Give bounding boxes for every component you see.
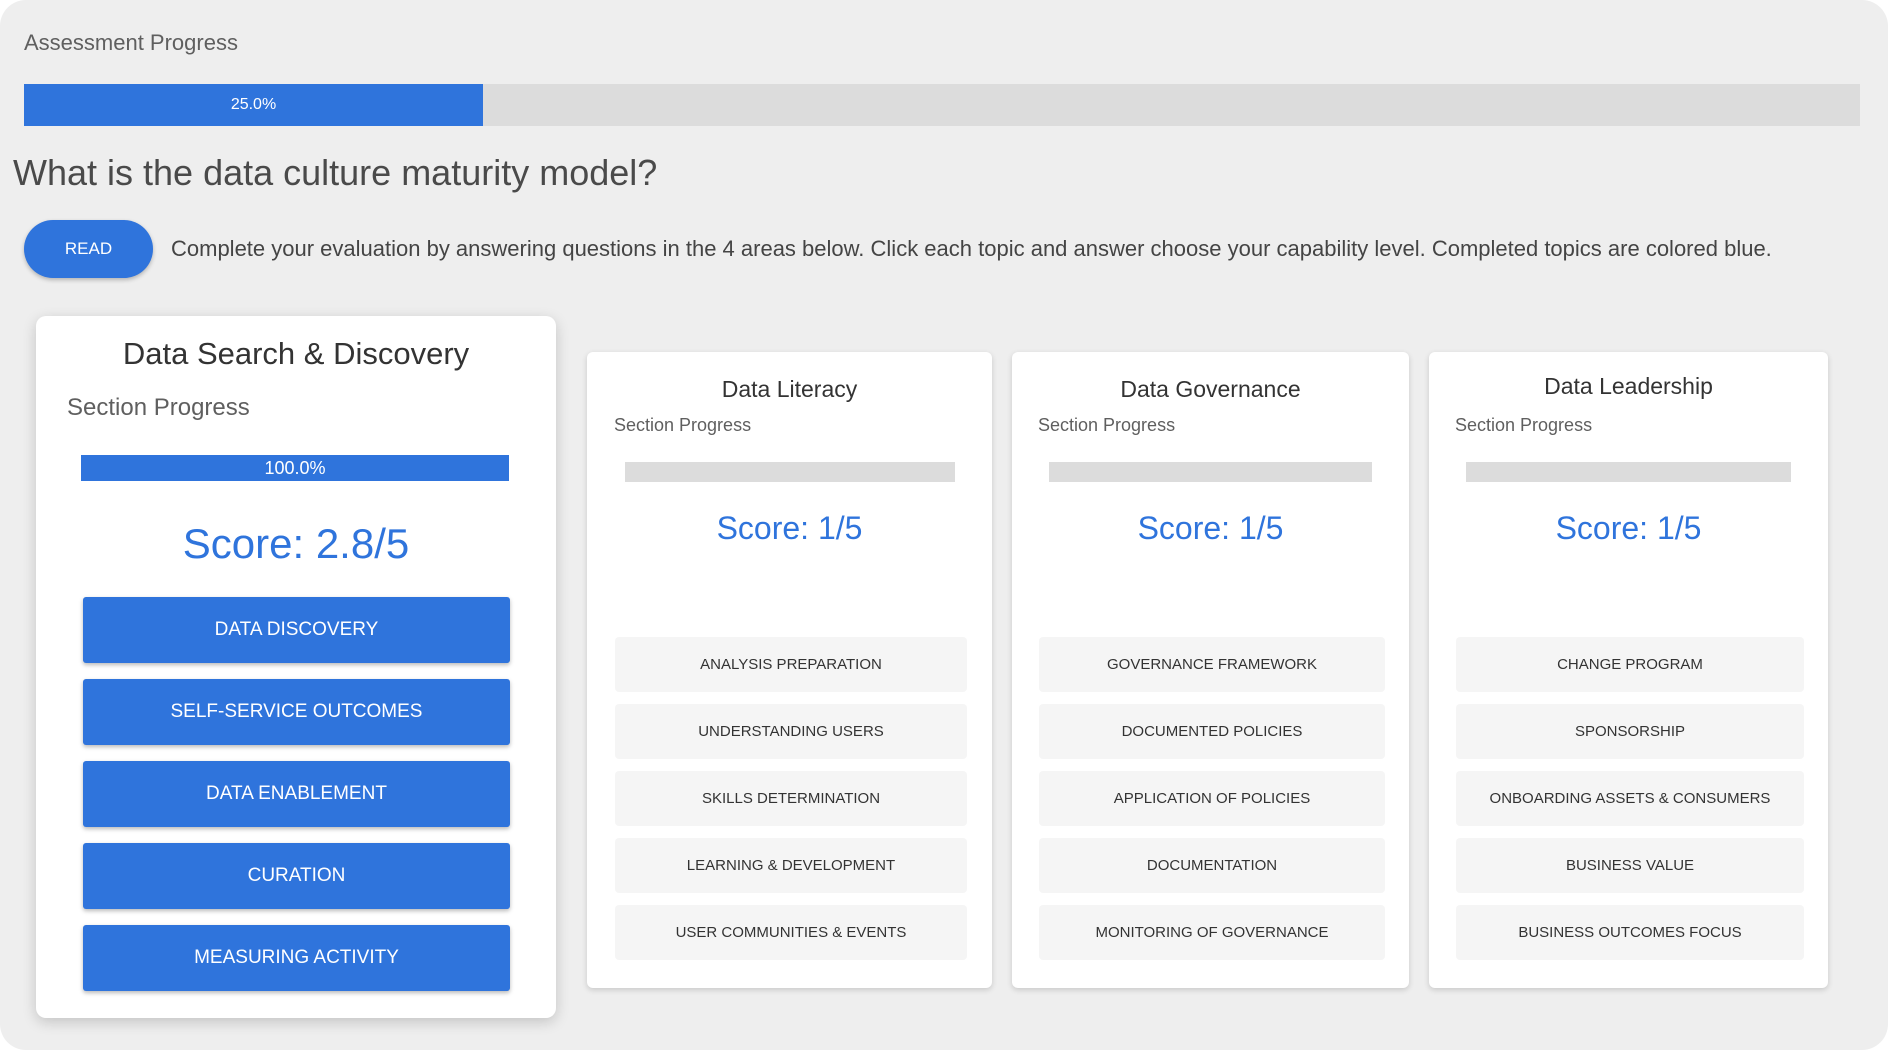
topic-button-governance-framework[interactable]: GOVERNANCE FRAMEWORK bbox=[1039, 637, 1385, 692]
section-card-data-governance[interactable]: Data Governance Section Progress Score: … bbox=[1012, 352, 1409, 988]
section-title: Data Leadership bbox=[1544, 373, 1713, 399]
topic-button-documentation[interactable]: DOCUMENTATION bbox=[1039, 838, 1385, 893]
topic-button-measuring-activity[interactable]: MEASURING ACTIVITY bbox=[83, 925, 510, 991]
assessment-progress-bar: 25.0% bbox=[24, 84, 1860, 126]
assessment-progress-fill: 25.0% bbox=[24, 84, 483, 126]
section-score: Score: 2.8/5 bbox=[182, 520, 410, 567]
section-title: Data Governance bbox=[1120, 376, 1301, 402]
topic-button-documented-policies[interactable]: DOCUMENTED POLICIES bbox=[1039, 704, 1385, 759]
section-card-data-search-discovery[interactable]: Data Search & Discovery Section Progress… bbox=[36, 316, 556, 1018]
section-progress-bar bbox=[625, 462, 955, 482]
read-button[interactable]: READ bbox=[24, 220, 153, 278]
section-card-data-leadership[interactable]: Data Leadership Section Progress Score: … bbox=[1429, 352, 1828, 988]
instructions-text: Complete your evaluation by answering qu… bbox=[171, 236, 1772, 261]
section-progress-fill: 100.0% bbox=[81, 455, 509, 481]
section-progress-label: Section Progress bbox=[1038, 415, 1176, 435]
section-progress-bar bbox=[1466, 462, 1791, 482]
topic-button-analysis-preparation[interactable]: ANALYSIS PREPARATION bbox=[615, 637, 967, 692]
section-score: Score: 1/5 bbox=[1555, 510, 1702, 546]
topic-button-skills-determination[interactable]: SKILLS DETERMINATION bbox=[615, 771, 967, 826]
topic-button-user-communities-events[interactable]: USER COMMUNITIES & EVENTS bbox=[615, 905, 967, 960]
topic-button-curation[interactable]: CURATION bbox=[83, 843, 510, 909]
section-title: Data Literacy bbox=[721, 376, 858, 402]
section-title: Data Search & Discovery bbox=[122, 336, 470, 371]
topic-button-data-discovery[interactable]: DATA DISCOVERY bbox=[83, 597, 510, 663]
assessment-page: Assessment Progress 25.0% What is the da… bbox=[0, 0, 1888, 1050]
topic-button-data-enablement[interactable]: DATA ENABLEMENT bbox=[83, 761, 510, 827]
section-progress-bar bbox=[1049, 462, 1372, 482]
topic-button-monitoring-of-governance[interactable]: MONITORING OF GOVERNANCE bbox=[1039, 905, 1385, 960]
topic-button-business-outcomes-focus[interactable]: BUSINESS OUTCOMES FOCUS bbox=[1456, 905, 1804, 960]
topic-button-application-of-policies[interactable]: APPLICATION OF POLICIES bbox=[1039, 771, 1385, 826]
section-progress-label: Section Progress bbox=[614, 415, 752, 435]
page-title: What is the data culture maturity model? bbox=[13, 152, 658, 193]
section-progress-label: Section Progress bbox=[67, 394, 250, 421]
assessment-progress-label: Assessment Progress bbox=[24, 30, 238, 55]
topic-button-onboarding-assets-consumers[interactable]: ONBOARDING ASSETS & CONSUMERS bbox=[1456, 771, 1804, 826]
topic-button-business-value[interactable]: BUSINESS VALUE bbox=[1456, 838, 1804, 893]
section-progress-bar: 100.0% bbox=[81, 455, 509, 481]
topic-button-sponsorship[interactable]: SPONSORSHIP bbox=[1456, 704, 1804, 759]
section-score: Score: 1/5 bbox=[1137, 510, 1284, 546]
topic-button-self-service-outcomes[interactable]: SELF-SERVICE OUTCOMES bbox=[83, 679, 510, 745]
section-progress-label: Section Progress bbox=[1455, 415, 1593, 435]
topic-button-change-program[interactable]: CHANGE PROGRAM bbox=[1456, 637, 1804, 692]
topic-button-understanding-users[interactable]: UNDERSTANDING USERS bbox=[615, 704, 967, 759]
topic-button-learning-development[interactable]: LEARNING & DEVELOPMENT bbox=[615, 838, 967, 893]
section-card-data-literacy[interactable]: Data Literacy Section Progress Score: 1/… bbox=[587, 352, 992, 988]
section-score: Score: 1/5 bbox=[716, 510, 863, 546]
